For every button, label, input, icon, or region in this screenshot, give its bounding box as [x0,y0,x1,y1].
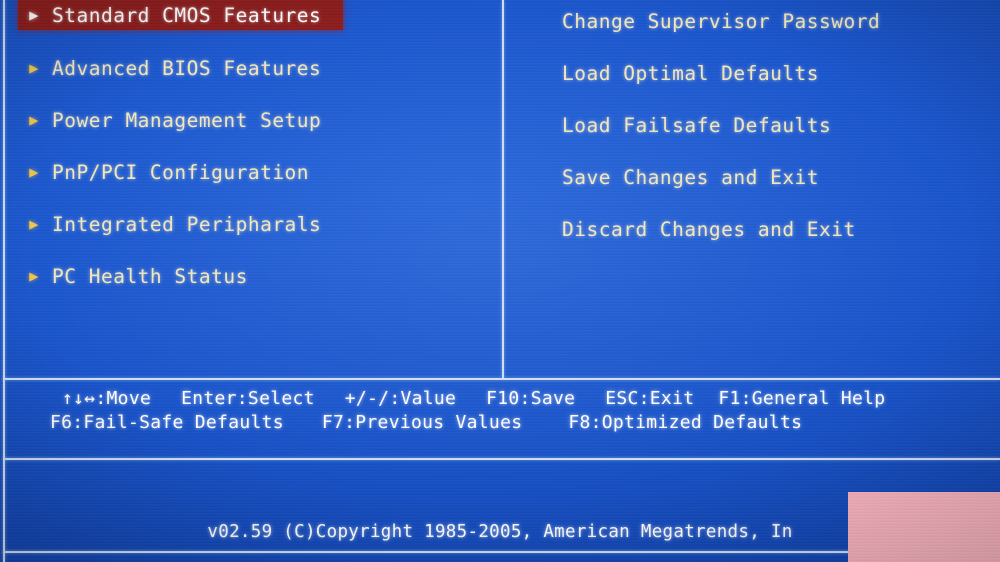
divider-below-keybar [3,458,1000,460]
key-hint-esc-exit: ESC:Exit [605,387,695,409]
left-menu-column: ▶ Standard CMOS Features ▶ Advanced BIOS… [18,0,478,291]
triangle-bullet-icon: ▶ [29,214,39,233]
menu-item-label: Change Supervisor Password [562,10,881,33]
right-menu-column: Change Supervisor Password Load Optimal … [562,6,982,245]
menu-item-label: Load Failsafe Defaults [562,114,832,137]
pink-overlay-rectangle [848,492,1000,562]
menu-item-label: Discard Changes and Exit [562,218,856,241]
menu-item-label: PC Health Status [52,264,248,288]
menu-item-load-failsafe-defaults[interactable]: Load Failsafe Defaults [562,110,982,141]
key-hint-f6-fail-safe-defaults: F6:Fail-Safe Defaults [50,411,284,433]
key-help-bar: ↑↓↔:Move Enter:Select +/-/:Value F10:Sav… [0,386,1000,434]
key-hint-move: ↑↓↔:Move [62,387,152,409]
key-hint-enter-select: Enter:Select [181,387,315,409]
menu-item-change-supervisor-password[interactable]: Change Supervisor Password [562,6,982,37]
key-hint-f10-save: F10:Save [486,387,576,409]
bios-setup-screen: ▶ Standard CMOS Features ▶ Advanced BIOS… [0,0,1000,562]
left-border-line [3,0,5,562]
menu-item-label: Advanced BIOS Features [52,56,322,80]
menu-item-label: Standard CMOS Features [52,3,322,27]
menu-item-save-changes-and-exit[interactable]: Save Changes and Exit [562,162,982,193]
key-hint-value: +/-/:Value [344,387,457,409]
triangle-bullet-icon: ▶ [29,5,39,24]
divider-above-keybar [3,378,1000,380]
menu-item-load-optimal-defaults[interactable]: Load Optimal Defaults [562,58,982,89]
triangle-bullet-icon: ▶ [29,162,39,181]
key-hint-f7-previous-values: F7:Previous Values [321,411,523,433]
triangle-bullet-icon: ▶ [29,110,39,129]
column-divider-line [502,0,504,378]
key-help-row-2: F6:Fail-Safe Defaults F7:Previous Values… [0,410,1000,434]
menu-item-label: Integrated Peripharals [52,212,322,236]
menu-item-power-management-setup[interactable]: ▶ Power Management Setup [18,105,478,135]
menu-item-label: Save Changes and Exit [562,166,820,189]
menu-item-pc-health-status[interactable]: ▶ PC Health Status [18,261,478,291]
menu-item-advanced-bios-features[interactable]: ▶ Advanced BIOS Features [18,53,478,83]
triangle-bullet-icon: ▶ [29,58,39,77]
menu-item-label: Power Management Setup [52,108,322,132]
menu-item-label: PnP/PCI Configuration [52,160,310,184]
menu-item-label: Load Optimal Defaults [562,62,820,85]
triangle-bullet-icon: ▶ [29,266,39,285]
menu-item-discard-changes-and-exit[interactable]: Discard Changes and Exit [562,214,982,245]
menu-item-integrated-peripharals[interactable]: ▶ Integrated Peripharals [18,209,478,239]
key-hint-f8-optimized-defaults: F8:Optimized Defaults [568,411,803,433]
key-help-row-1: ↑↓↔:Move Enter:Select +/-/:Value F10:Sav… [0,386,1000,410]
menu-item-pnp-pci-configuration[interactable]: ▶ PnP/PCI Configuration [18,157,478,187]
key-hint-f1-general-help: F1:General Help [718,387,886,409]
menu-item-standard-cmos-features[interactable]: ▶ Standard CMOS Features [18,0,343,30]
